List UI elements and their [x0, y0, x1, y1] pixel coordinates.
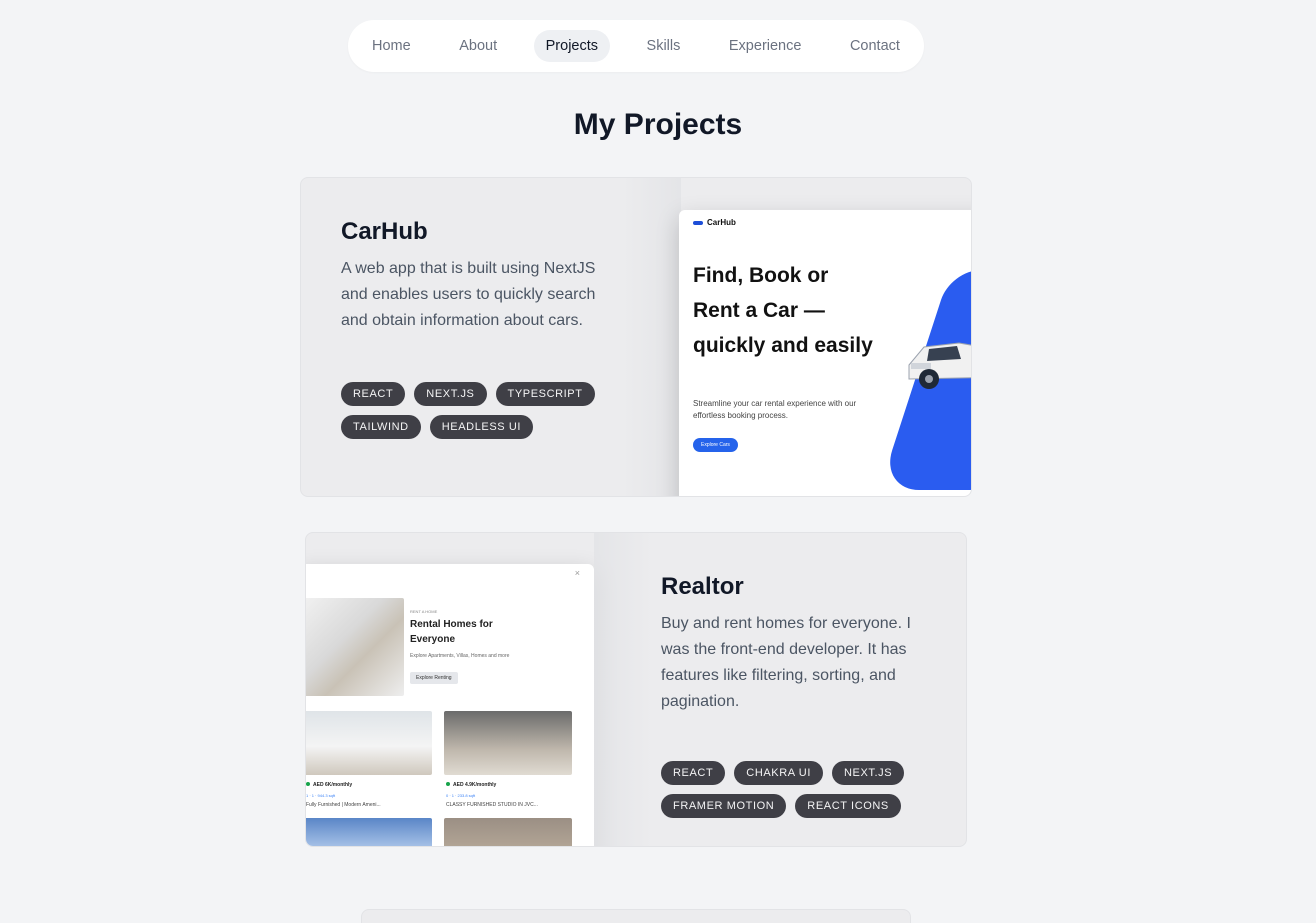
listing-photo: [444, 711, 572, 775]
car-logo-icon: [693, 220, 703, 225]
tag: FRAMER MOTION: [661, 794, 787, 818]
listing-price: AED 6K/monthly: [306, 782, 352, 788]
top-nav: Home About Projects Skills Experience Co…: [348, 20, 924, 72]
tag: NEXT.JS: [414, 382, 487, 406]
close-icon: ×: [574, 568, 580, 578]
page-title: My Projects: [573, 108, 743, 141]
listing-price: AED 4.9K/monthly: [446, 782, 496, 788]
listing-photo: [306, 818, 432, 846]
preview-headline: Rental Homes for Everyone: [410, 619, 493, 645]
nav-home[interactable]: Home: [360, 30, 423, 62]
nav-projects[interactable]: Projects: [533, 30, 611, 62]
project-card-carhub: CarHub A web app that is built using Nex…: [300, 177, 972, 497]
carhub-logo: CarHub: [693, 218, 736, 227]
project-info: Realtor Buy and rent homes for everyone.…: [661, 573, 916, 818]
verified-icon: [306, 782, 310, 786]
tag: HEADLESS UI: [429, 415, 534, 439]
listing-caption: CLASSY FURNISHED STUDIO IN JVC...: [446, 802, 538, 808]
project-tags: REACT NEXT.JS TYPESCRIPT TAILWIND HEADLE…: [341, 382, 606, 439]
preview-subtext: Explore Apartments, Villas, Homes and mo…: [410, 653, 510, 659]
nav-skills[interactable]: Skills: [635, 30, 693, 62]
listing-price-text: AED 6K/monthly: [313, 782, 353, 788]
verified-icon: [446, 782, 450, 786]
preview-button: Explore Renting: [410, 672, 458, 684]
tag: REACT: [341, 382, 406, 406]
car-image-icon: [908, 342, 971, 389]
listing-meta: 0 · 1 · 233.8 sqft: [446, 793, 476, 798]
preview-shadow: [594, 533, 654, 846]
project-preview-image[interactable]: × RENT A HOME Rental Homes for Everyone …: [306, 564, 594, 846]
tag: TYPESCRIPT: [495, 382, 595, 406]
project-description: Buy and rent homes for everyone. I was t…: [661, 615, 911, 710]
preview-kicker: RENT A HOME: [410, 609, 438, 614]
project-preview-image[interactable]: CarHub Find, Book or Rent a Car — quickl…: [679, 210, 971, 496]
preview-subtext: Streamline your car rental experience wi…: [693, 399, 857, 420]
tag: CHAKRA UI: [734, 761, 823, 785]
tag: REACT ICONS: [795, 794, 901, 818]
nav-experience[interactable]: Experience: [717, 30, 814, 62]
preview-shadow: [621, 178, 681, 496]
listing-price-text: AED 4.9K/monthly: [453, 782, 497, 788]
project-title: CarHub: [341, 218, 428, 245]
nav-contact[interactable]: Contact: [838, 30, 912, 62]
listing-meta: 1 · 1 · 944.3 sqft: [306, 793, 336, 798]
project-tags: REACT CHAKRA UI NEXT.JS FRAMER MOTION RE…: [661, 761, 916, 818]
preview-headline: Find, Book or Rent a Car — quickly and e…: [693, 264, 873, 357]
project-description: A web app that is built using NextJS and…: [341, 260, 596, 329]
tag: REACT: [661, 761, 726, 785]
listing-caption: Fully Furnished | Modern Ameni...: [306, 802, 381, 808]
project-card-3: [361, 909, 911, 923]
preview-button: Explore Cars: [693, 438, 738, 452]
project-title: Realtor: [661, 573, 744, 600]
listing-photo: [444, 818, 572, 846]
hero-photo: [306, 598, 404, 696]
tag: TAILWIND: [341, 415, 421, 439]
tag: NEXT.JS: [831, 761, 905, 785]
project-card-realtor: × RENT A HOME Rental Homes for Everyone …: [305, 532, 967, 847]
project-info: CarHub A web app that is built using Nex…: [341, 218, 606, 439]
carhub-logo-text: CarHub: [707, 218, 736, 227]
listing-photo: [306, 711, 432, 775]
nav-about[interactable]: About: [447, 30, 509, 62]
